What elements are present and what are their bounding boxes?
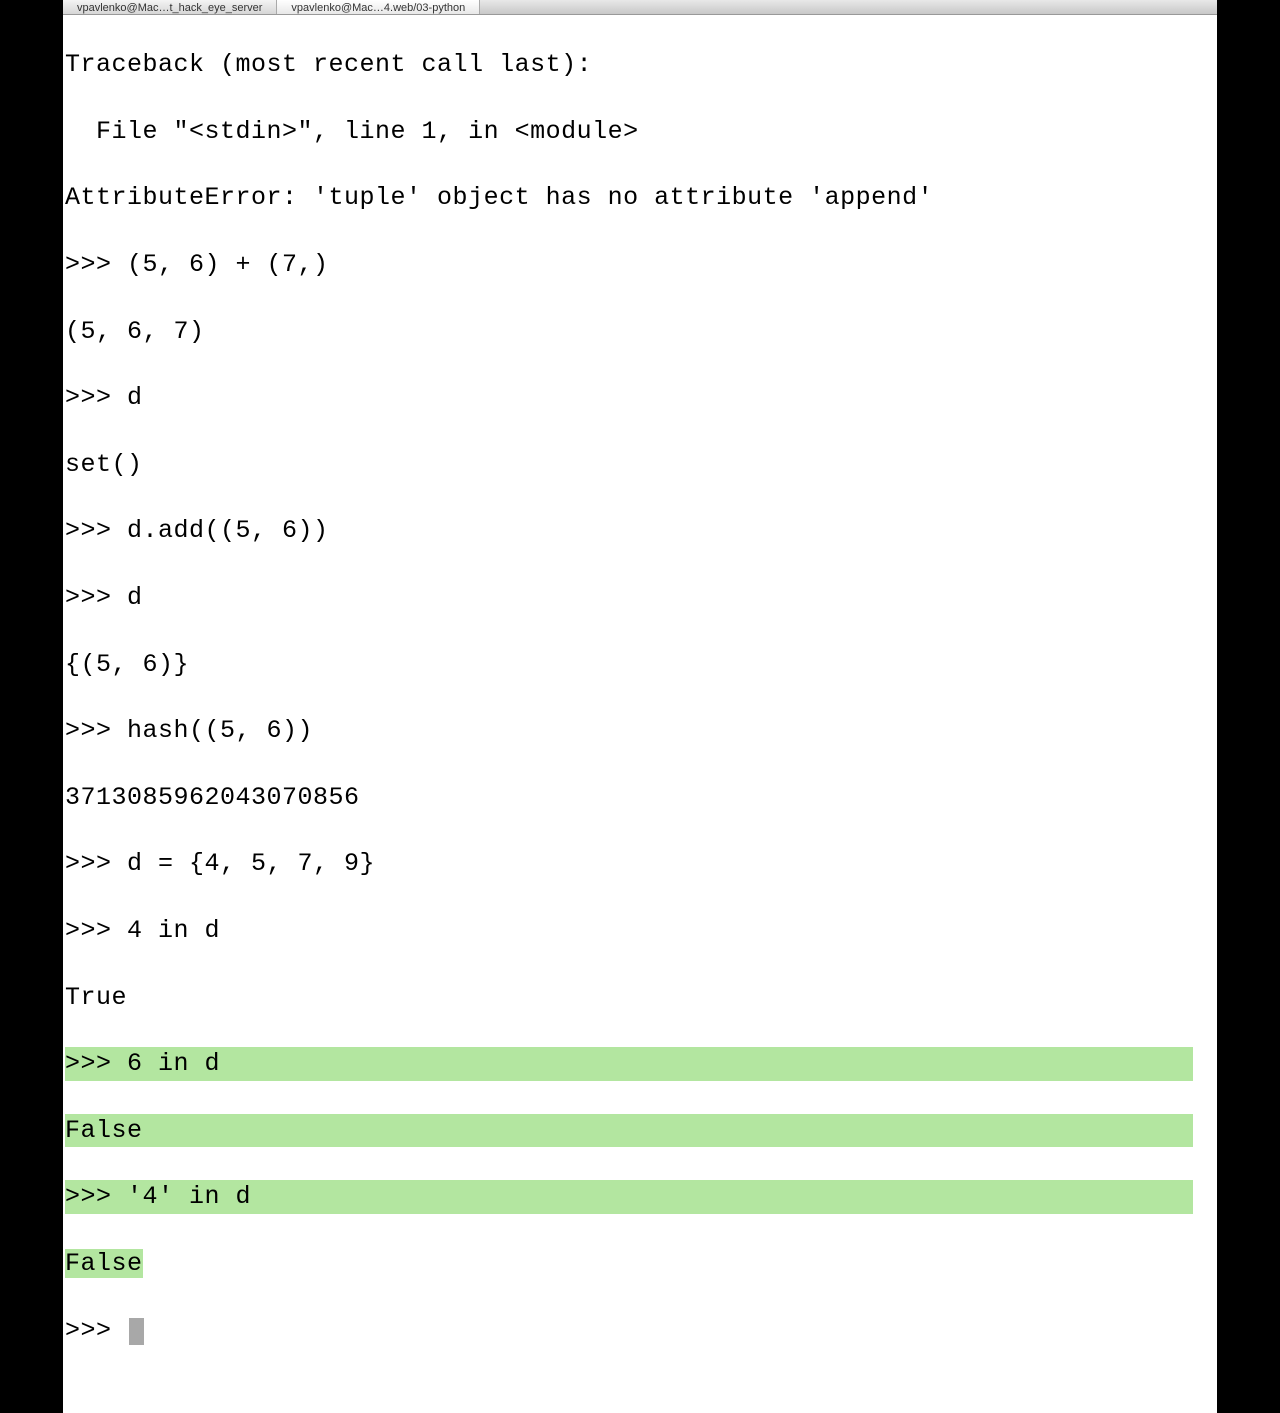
terminal-line: 3713085962043070856 bbox=[65, 781, 1215, 814]
terminal-content[interactable]: Traceback (most recent call last): File … bbox=[63, 15, 1217, 1413]
prompt-line: >>> bbox=[65, 1314, 1215, 1347]
selected-text: False bbox=[65, 1249, 143, 1278]
terminal-window: vpavlenko@Mac…t_hack_eye_server vpavlenk… bbox=[63, 0, 1217, 720]
terminal-line: >>> d = {4, 5, 7, 9} bbox=[65, 847, 1215, 880]
terminal-line: {(5, 6)} bbox=[65, 648, 1215, 681]
tab-server[interactable]: vpavlenko@Mac…t_hack_eye_server bbox=[63, 0, 277, 14]
terminal-line: AttributeError: 'tuple' object has no at… bbox=[65, 181, 1215, 214]
terminal-line: False bbox=[65, 1247, 1215, 1280]
tab-label: vpavlenko@Mac…4.web/03-python bbox=[291, 2, 465, 14]
terminal-line: >>> 4 in d bbox=[65, 914, 1215, 947]
selected-line: >>> '4' in d bbox=[65, 1180, 1193, 1213]
terminal-line: >>> d bbox=[65, 581, 1215, 614]
selected-line: >>> 6 in d bbox=[65, 1047, 1193, 1080]
tab-bar: vpavlenko@Mac…t_hack_eye_server vpavlenk… bbox=[63, 0, 1217, 15]
prompt: >>> bbox=[65, 1316, 127, 1345]
terminal-line: >>> d.add((5, 6)) bbox=[65, 514, 1215, 547]
selected-line: False bbox=[65, 1114, 1193, 1147]
tab-python[interactable]: vpavlenko@Mac…4.web/03-python bbox=[277, 0, 480, 14]
terminal-line: >>> (5, 6) + (7,) bbox=[65, 248, 1215, 281]
terminal-line: True bbox=[65, 981, 1215, 1014]
terminal-line: Traceback (most recent call last): bbox=[65, 48, 1215, 81]
tab-label: vpavlenko@Mac…t_hack_eye_server bbox=[77, 2, 262, 14]
terminal-line: >>> hash((5, 6)) bbox=[65, 714, 1215, 747]
terminal-line: set() bbox=[65, 448, 1215, 481]
terminal-line: File "<stdin>", line 1, in <module> bbox=[65, 115, 1215, 148]
terminal-line: (5, 6, 7) bbox=[65, 315, 1215, 348]
cursor bbox=[129, 1318, 144, 1345]
terminal-line: >>> d bbox=[65, 381, 1215, 414]
